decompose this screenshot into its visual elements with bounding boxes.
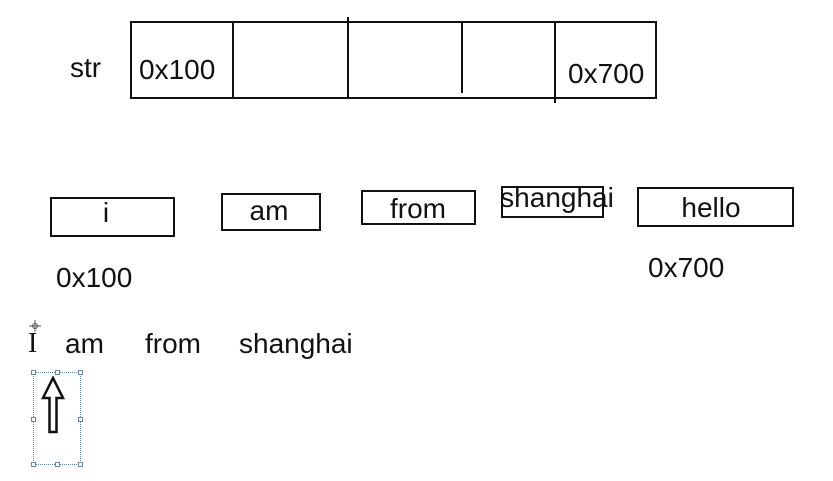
resize-handle-top-right[interactable] — [78, 370, 83, 375]
array-cell-last-address: 0x700 — [568, 58, 645, 89]
resize-handle-top-middle[interactable] — [55, 370, 60, 375]
address-label-last: 0x700 — [648, 252, 725, 283]
word-text-hello: hello — [681, 192, 741, 223]
word-text-am: am — [249, 195, 289, 226]
resize-handle-bottom-left[interactable] — [31, 462, 36, 467]
resize-handle-middle-right[interactable] — [78, 417, 83, 422]
word-text-i: i — [102, 197, 110, 228]
sentence-first-word: I — [28, 328, 38, 359]
array-cell-divider — [232, 23, 234, 99]
sentence-word-am: am — [65, 328, 104, 359]
resize-handle-bottom-middle[interactable] — [55, 462, 60, 467]
sentence-word-from: from — [145, 328, 201, 359]
array-cell-divider — [461, 23, 463, 93]
address-label-first: 0x100 — [56, 262, 133, 293]
resize-handle-middle-left[interactable] — [31, 417, 36, 422]
word-text-shanghai: shanghai — [500, 182, 614, 213]
word-text-from: from — [390, 193, 446, 224]
word-box-i — [50, 197, 175, 237]
array-name-label: str — [70, 52, 102, 83]
resize-handle-top-left[interactable] — [31, 370, 36, 375]
array-cell-first-address: 0x100 — [139, 54, 216, 85]
up-arrow-icon[interactable] — [41, 376, 67, 436]
sentence-word-shanghai: shanghai — [239, 328, 353, 359]
array-cell-divider — [347, 17, 349, 99]
array-cell-divider — [554, 23, 556, 103]
resize-handle-bottom-right[interactable] — [78, 462, 83, 467]
